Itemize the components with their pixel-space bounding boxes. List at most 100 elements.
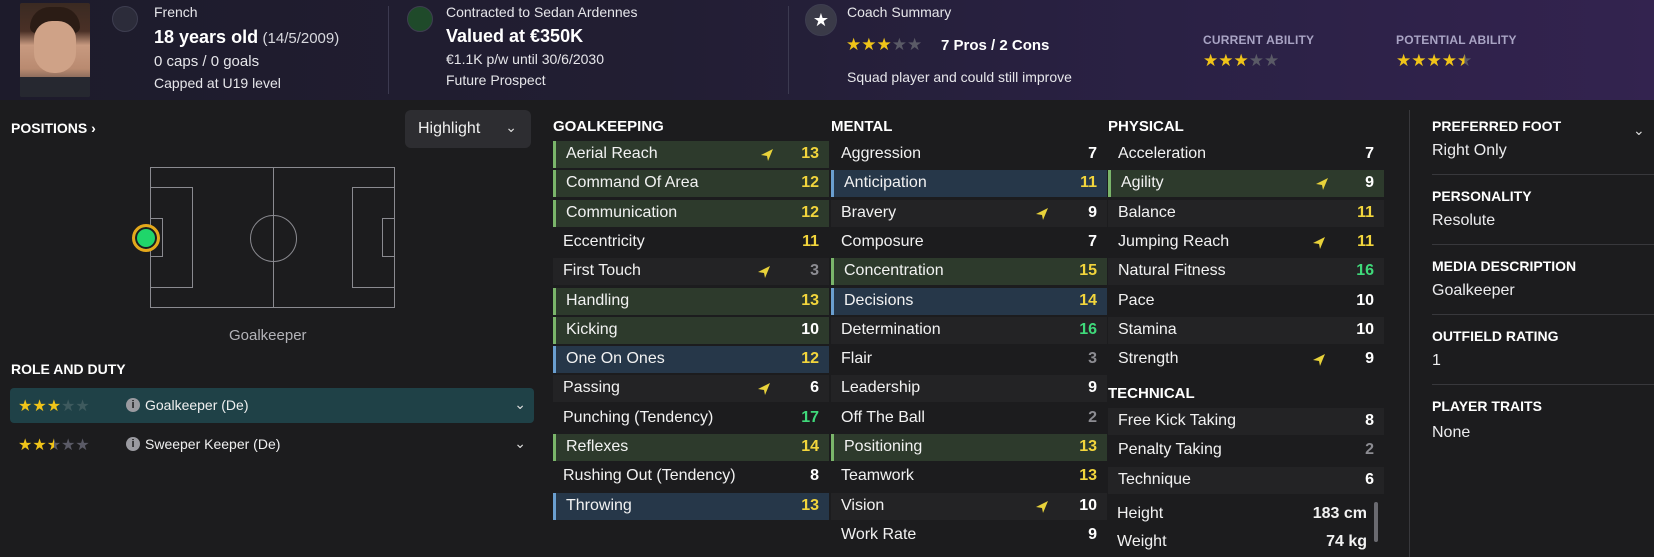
positions-title[interactable]: POSITIONS › — [11, 120, 96, 136]
attribute-row[interactable]: Composure 7 — [831, 229, 1107, 256]
info-icon[interactable]: i — [126, 398, 140, 412]
preferred-foot-value: Right Only — [1432, 142, 1507, 159]
attribute-row[interactable]: Kicking 10 — [553, 316, 829, 344]
attribute-value: 11 — [1080, 174, 1097, 192]
technical-title: TECHNICAL — [1108, 385, 1195, 402]
attribute-row[interactable]: Handling 13 — [553, 287, 829, 315]
attribute-name: Command Of Area — [566, 174, 699, 192]
attribute-name: Balance — [1118, 203, 1176, 221]
chevron-down-icon[interactable]: ⌄ — [514, 435, 526, 452]
prospect-status: Future Prospect — [446, 72, 546, 88]
attribute-name: Passing — [563, 379, 620, 397]
attribute-value: 9 — [1365, 174, 1374, 192]
player-photo — [20, 3, 90, 97]
attribute-row[interactable]: Balance 11 — [1108, 199, 1384, 227]
weight-label: Weight — [1117, 533, 1167, 550]
attribute-row[interactable]: Bravery 9 — [831, 199, 1107, 227]
attribute-row[interactable]: Natural Fitness 16 — [1108, 258, 1384, 286]
attribute-row[interactable]: Eccentricity 11 — [553, 229, 829, 256]
attribute-row[interactable]: Penalty Taking 2 — [1108, 437, 1384, 464]
attribute-row[interactable]: Acceleration 7 — [1108, 141, 1384, 168]
attribute-row[interactable]: Strength 9 — [1108, 346, 1384, 373]
attribute-value: 6 — [810, 379, 819, 397]
attribute-row[interactable]: Aggression 7 — [831, 141, 1107, 168]
attribute-row[interactable]: Leadership 9 — [831, 375, 1107, 403]
attribute-row[interactable]: Rushing Out (Tendency) 8 — [553, 463, 829, 490]
attribute-row[interactable]: Aerial Reach 13 — [553, 141, 829, 168]
attribute-row[interactable]: Stamina 10 — [1108, 316, 1384, 344]
club-crest-icon[interactable] — [407, 6, 433, 32]
attribute-value: 2 — [1088, 408, 1097, 426]
attribute-name: Teamwork — [841, 467, 914, 485]
attribute-name: Composure — [841, 232, 924, 250]
chevron-right-icon: › — [91, 120, 96, 136]
wage-contract: €1.1K p/w until 30/6/2030 — [446, 51, 605, 67]
training-arrow-icon — [1315, 177, 1329, 191]
attribute-row[interactable]: Determination 16 — [831, 316, 1107, 344]
scrollbar[interactable] — [1374, 502, 1378, 542]
national-team-crest-icon[interactable] — [112, 6, 138, 32]
right-panel-divider — [1409, 110, 1410, 557]
attribute-value: 11 — [1357, 232, 1374, 250]
role-row-sweeper-keeper[interactable]: ★★★★★ i Sweeper Keeper (De) ⌄ — [10, 427, 534, 462]
player-traits-title: PLAYER TRAITS — [1432, 398, 1542, 414]
role-stars: ★★★★★ — [18, 398, 90, 415]
attribute-name: Eccentricity — [563, 232, 645, 250]
role-row-goalkeeper[interactable]: ★★★★★ i Goalkeeper (De) ⌄ — [10, 388, 534, 423]
attribute-value: 7 — [1088, 232, 1097, 250]
attribute-row[interactable]: Positioning 13 — [831, 434, 1107, 461]
training-arrow-icon — [1312, 236, 1326, 250]
attribute-value: 3 — [810, 262, 819, 280]
attribute-value: 12 — [801, 350, 819, 368]
outfield-rating-title: OUTFIELD RATING — [1432, 328, 1559, 344]
attribute-row[interactable]: Reflexes 14 — [553, 434, 829, 461]
attribute-row[interactable]: Punching (Tendency) 17 — [553, 405, 829, 432]
attribute-row[interactable]: Anticipation 11 — [831, 170, 1107, 198]
attribute-name: Acceleration — [1118, 145, 1207, 162]
attribute-row[interactable]: Concentration 15 — [831, 258, 1107, 286]
attribute-row[interactable]: First Touch 3 — [553, 258, 829, 286]
attribute-row[interactable]: Passing 6 — [553, 375, 829, 403]
attribute-row[interactable]: Vision 10 — [831, 492, 1107, 520]
position-name: Goalkeeper — [229, 327, 307, 344]
attribute-row[interactable]: Flair 3 — [831, 346, 1107, 373]
attribute-row[interactable]: Communication 12 — [553, 199, 829, 227]
attribute-value: 3 — [1088, 350, 1097, 368]
media-description-value: Goalkeeper — [1432, 282, 1515, 299]
attribute-row[interactable]: Free Kick Taking 8 — [1108, 408, 1384, 435]
attribute-row[interactable]: Jumping Reach 11 — [1108, 229, 1384, 256]
attribute-row[interactable]: Work Rate 9 — [831, 522, 1107, 549]
preferred-foot-title: PREFERRED FOOT — [1432, 118, 1562, 134]
attribute-row[interactable]: Technique 6 — [1108, 466, 1384, 494]
chevron-down-icon[interactable]: ⌄ — [1633, 122, 1645, 139]
attribute-row[interactable]: One On Ones 12 — [553, 346, 829, 374]
attribute-name: Off The Ball — [841, 408, 925, 426]
current-ability-stars: ★★★★★ — [1203, 51, 1280, 70]
goalkeeper-position-marker[interactable] — [132, 224, 160, 252]
height-value: 183 cm — [1312, 505, 1367, 522]
attribute-row[interactable]: Teamwork 13 — [831, 463, 1107, 490]
chevron-down-icon[interactable]: ⌄ — [514, 396, 526, 413]
attribute-value: 10 — [1356, 291, 1374, 309]
contract-club[interactable]: Contracted to Sedan Ardennes — [446, 4, 637, 20]
attribute-name: Natural Fitness — [1118, 262, 1226, 280]
attribute-name: Communication — [566, 203, 678, 221]
attribute-row[interactable]: Decisions 14 — [831, 287, 1107, 315]
player-header: French 18 years old (14/5/2009) 0 caps /… — [0, 0, 1654, 100]
coach-summary-title[interactable]: Coach Summary — [847, 4, 951, 20]
info-icon[interactable]: i — [126, 437, 140, 451]
player-value: Valued at €350K — [446, 26, 584, 46]
personality-title: PERSONALITY — [1432, 188, 1532, 204]
star-badge-icon: ★ — [805, 4, 837, 36]
role-label: Sweeper Keeper (De) — [145, 436, 281, 452]
highlight-dropdown[interactable]: Highlight ⌄ — [405, 110, 531, 148]
attribute-row[interactable]: Throwing 13 — [553, 492, 829, 520]
attribute-value: 11 — [802, 232, 819, 250]
attribute-value: 13 — [801, 291, 819, 309]
attribute-row[interactable]: Off The Ball 2 — [831, 405, 1107, 432]
attribute-row[interactable]: Pace 10 — [1108, 288, 1384, 315]
attribute-row[interactable]: Agility 9 — [1108, 170, 1384, 198]
attribute-row[interactable]: Command Of Area 12 — [553, 170, 829, 198]
attribute-name: Aerial Reach — [566, 145, 658, 162]
chevron-down-icon: ⌄ — [505, 119, 517, 135]
